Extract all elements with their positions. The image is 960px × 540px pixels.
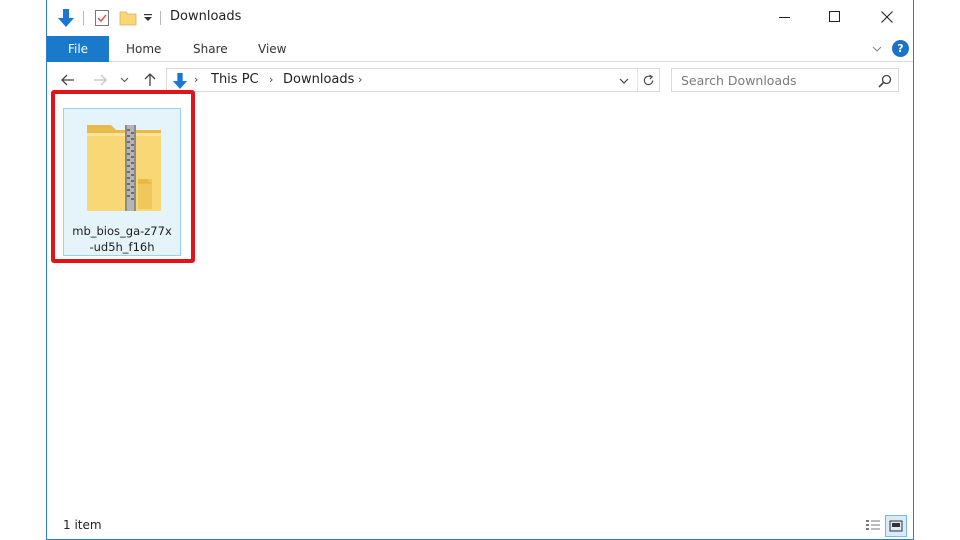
- up-arrow-icon[interactable]: [139, 68, 161, 92]
- minimize-button[interactable]: [762, 0, 808, 34]
- ribbon-tabs: File Home Share View ?: [47, 36, 913, 62]
- breadcrumb-chevron-icon[interactable]: ›: [358, 73, 362, 86]
- tab-home[interactable]: Home: [126, 36, 161, 62]
- title-bar: Downloads: [47, 0, 913, 36]
- close-button[interactable]: [864, 0, 910, 34]
- annotation-highlight-box: [51, 90, 195, 263]
- window-title: Downloads: [170, 9, 242, 24]
- file-explorer-window: Downloads File Home Share View ? › This …: [46, 0, 914, 540]
- refresh-icon[interactable]: [637, 69, 659, 91]
- customize-toolbar-dropdown-icon[interactable]: [141, 0, 155, 36]
- downloads-arrow-icon: [170, 71, 190, 91]
- forward-arrow-icon[interactable]: [89, 68, 111, 92]
- search-box[interactable]: [671, 68, 899, 92]
- properties-icon[interactable]: [91, 0, 113, 36]
- file-list-area[interactable]: mb_bios_ga-z77x -ud5h_f16h: [47, 90, 913, 508]
- details-view-icon[interactable]: [863, 516, 883, 536]
- breadcrumb-downloads[interactable]: Downloads: [283, 72, 354, 87]
- back-arrow-icon[interactable]: [57, 68, 79, 92]
- search-icon[interactable]: [876, 72, 894, 90]
- tab-share[interactable]: Share: [193, 36, 228, 62]
- breadcrumb-this-pc[interactable]: This PC: [211, 72, 259, 87]
- new-folder-icon[interactable]: [117, 0, 139, 36]
- toolbar-divider: [160, 11, 161, 25]
- maximize-button[interactable]: [812, 0, 858, 34]
- large-icons-view-icon[interactable]: [885, 515, 907, 537]
- item-count: 1 item: [63, 518, 102, 532]
- expand-ribbon-chevron-icon[interactable]: [869, 41, 885, 57]
- tab-file[interactable]: File: [47, 36, 109, 62]
- search-input[interactable]: [672, 69, 872, 91]
- status-bar: 1 item: [47, 514, 913, 539]
- address-bar[interactable]: › This PC › Downloads ›: [166, 68, 660, 92]
- breadcrumb-chevron-icon[interactable]: ›: [269, 73, 273, 86]
- toolbar-divider: [83, 11, 84, 25]
- address-history-chevron-icon[interactable]: [616, 73, 632, 89]
- downloads-arrow-icon[interactable]: [55, 0, 77, 36]
- tab-view[interactable]: View: [258, 36, 286, 62]
- help-icon[interactable]: ?: [892, 40, 909, 57]
- recent-locations-chevron-icon[interactable]: [117, 68, 131, 92]
- breadcrumb-chevron-icon[interactable]: ›: [194, 73, 198, 86]
